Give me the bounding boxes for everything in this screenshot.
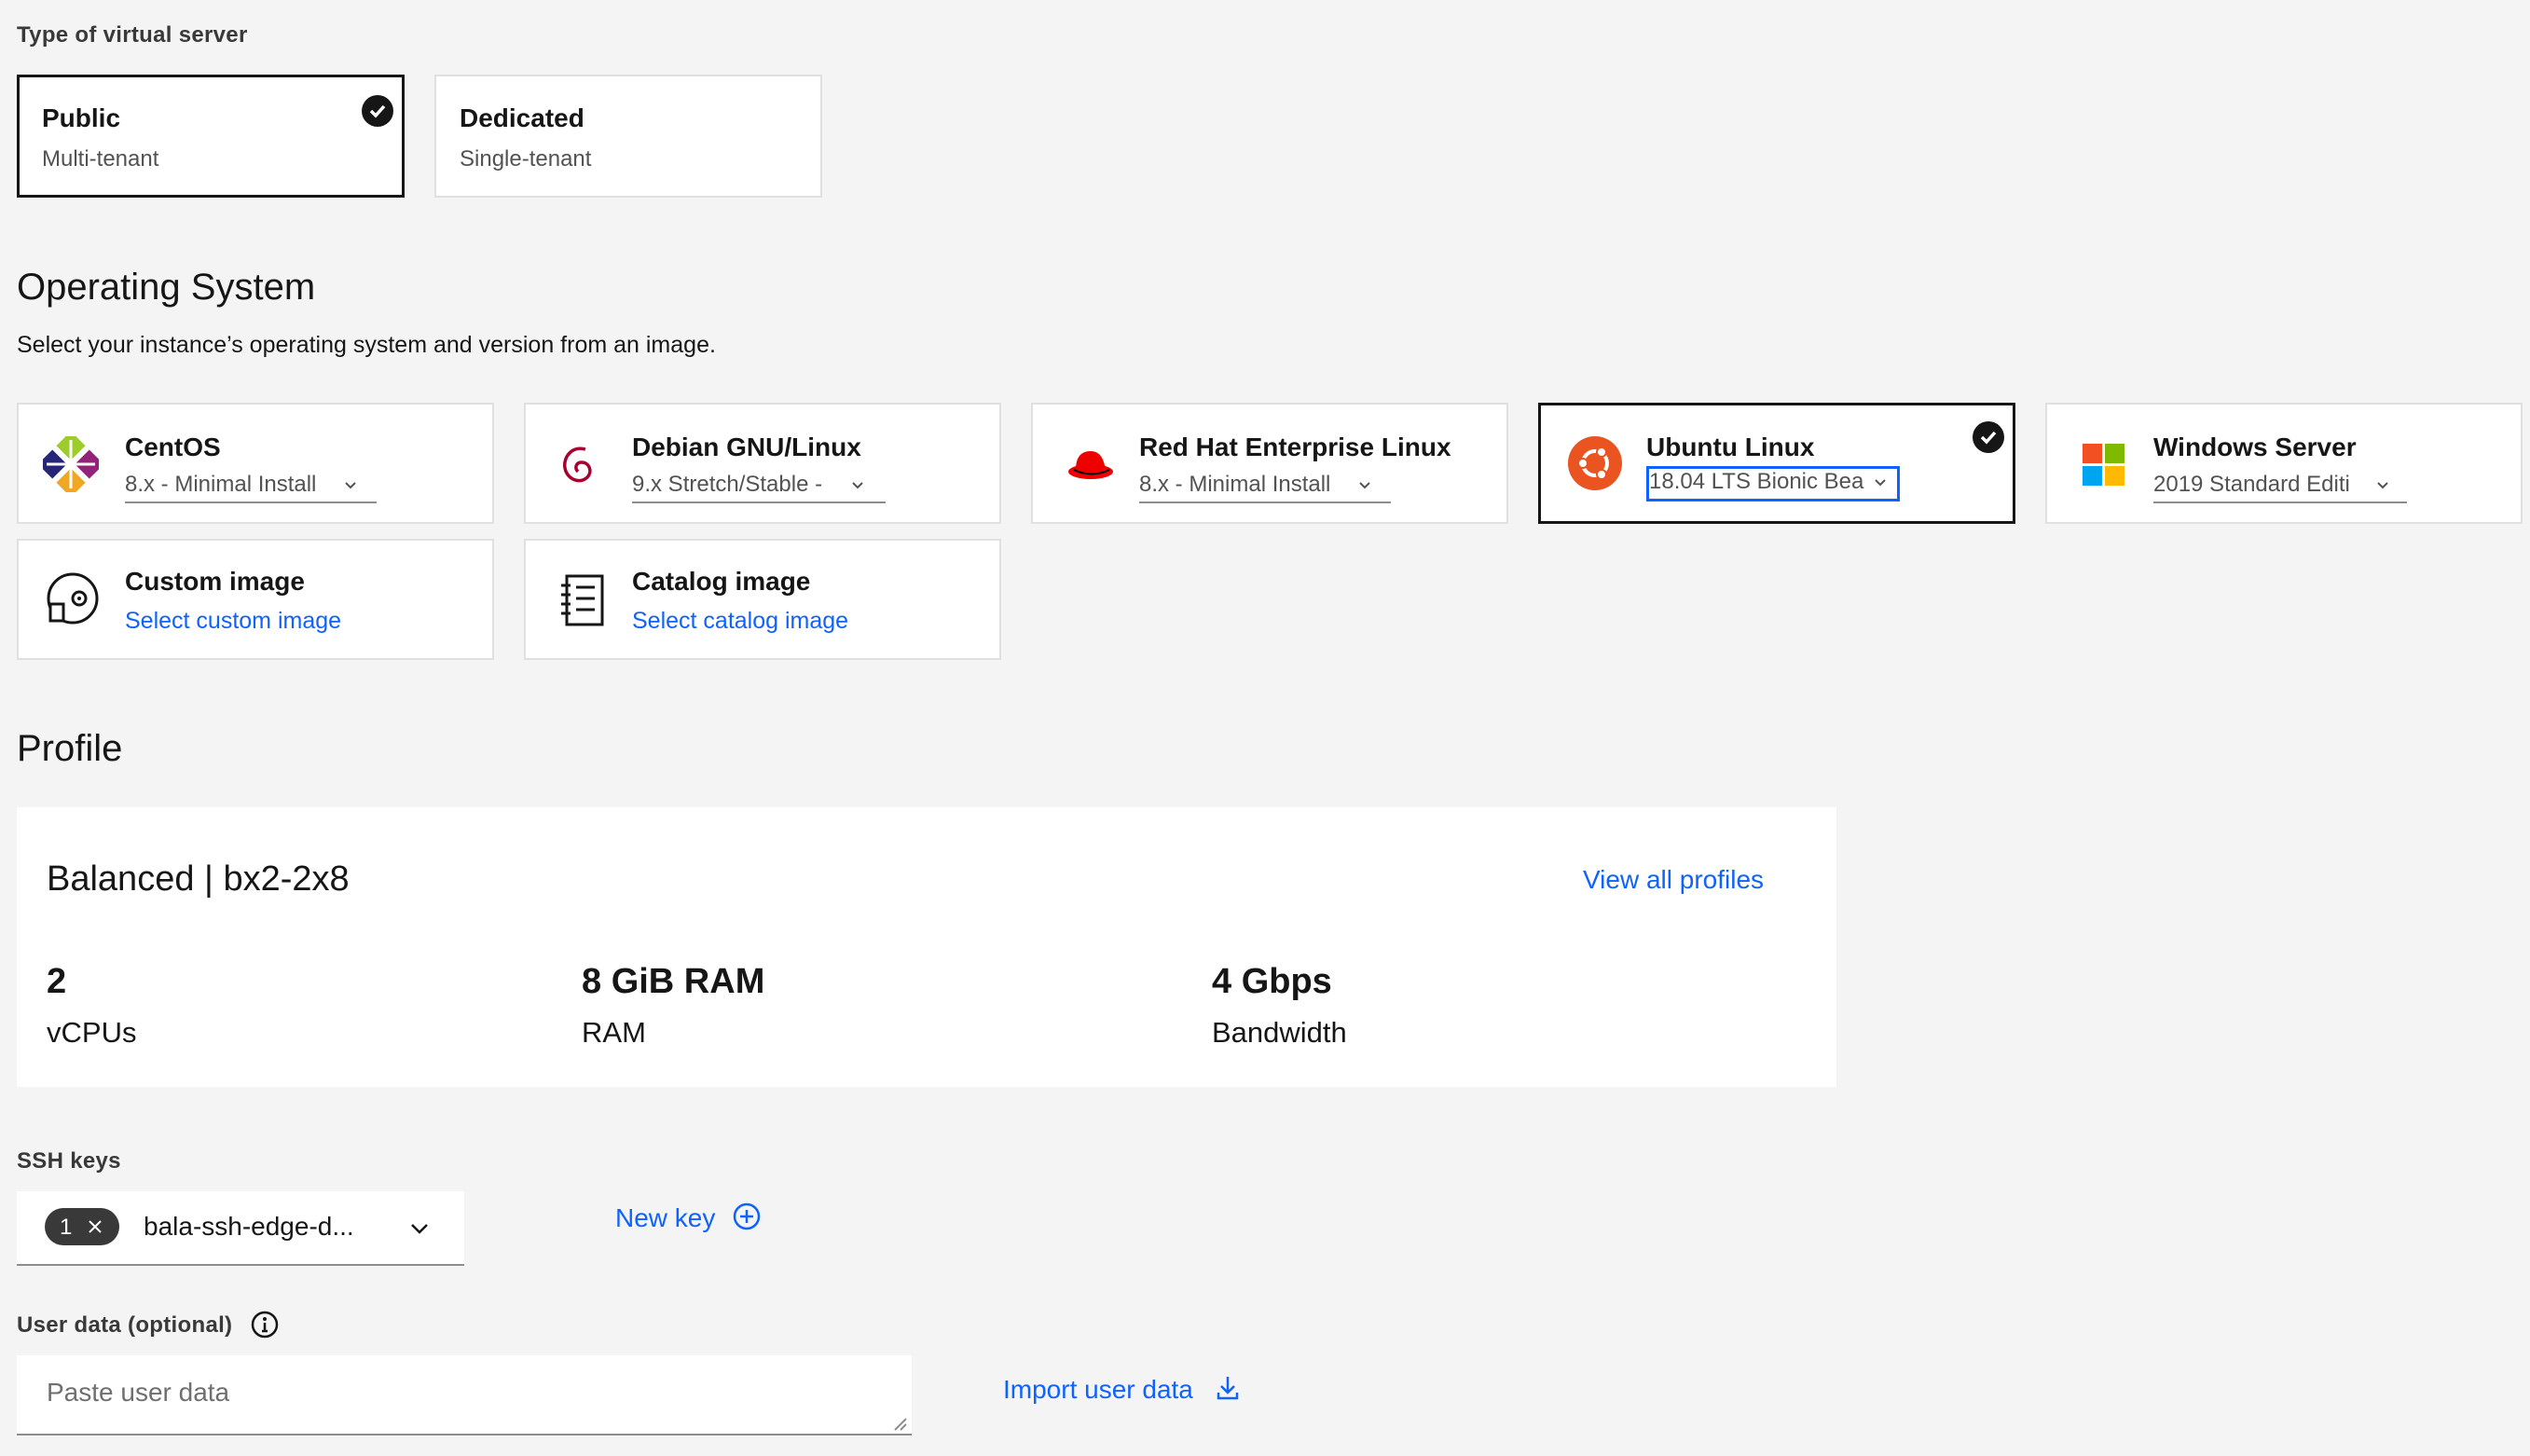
resize-handle-icon[interactable]	[891, 1415, 908, 1432]
disc-icon	[45, 570, 101, 626]
server-type-dedicated-tile[interactable]: Dedicated Single-tenant	[434, 75, 822, 198]
profile-ram-label: RAM	[582, 1016, 646, 1049]
chevron-down-icon	[345, 482, 356, 489]
os-tile-ubuntu[interactable]: Ubuntu Linux 18.04 LTS Bionic Bea	[1538, 403, 2015, 524]
profile-bandwidth-label: Bandwidth	[1212, 1016, 1347, 1049]
os-version-select[interactable]: 9.x Stretch/Stable -	[632, 472, 886, 503]
custom-image-tile[interactable]: Custom image Select custom image	[17, 539, 494, 660]
selected-count-tag[interactable]: 1	[45, 1208, 119, 1245]
os-helper-text: Select your instance’s operating system …	[17, 332, 716, 358]
ssh-keys-label: SSH keys	[17, 1148, 121, 1174]
os-tile-windows[interactable]: Windows Server 2019 Standard Editi	[2045, 403, 2523, 524]
os-version-value: 18.04 LTS Bionic Bea	[1649, 469, 1864, 494]
catalog-icon	[556, 572, 612, 628]
catalog-image-tile[interactable]: Catalog image Select catalog image	[524, 539, 1001, 660]
profile-ram-value: 8 GiB RAM	[582, 962, 765, 1001]
download-icon	[1217, 1377, 1239, 1400]
os-title: Windows Server	[2153, 433, 2357, 461]
catalog-image-title: Catalog image	[632, 567, 811, 596]
os-version-value: 2019 Standard Editi	[2153, 472, 2350, 497]
tile-subtitle: Multi-tenant	[42, 146, 159, 172]
ssh-key-value: bala-ssh-edge-d...	[144, 1212, 354, 1241]
ubuntu-logo-icon	[1567, 435, 1623, 491]
select-catalog-image-link[interactable]: Select catalog image	[632, 608, 848, 635]
os-title: Red Hat Enterprise Linux	[1139, 433, 1451, 461]
checkmark-icon	[1973, 421, 2004, 453]
tile-title: Public	[42, 103, 121, 132]
os-tile-centos[interactable]: CentOS 8.x - Minimal Install	[17, 403, 494, 524]
os-tile-debian[interactable]: Debian GNU/Linux 9.x Stretch/Stable -	[524, 403, 1001, 524]
profile-card: Balanced | bx2-2x8 View all profiles 2 v…	[17, 807, 1836, 1087]
redhat-logo-icon	[1063, 436, 1119, 492]
view-all-profiles-link[interactable]: View all profiles	[1583, 865, 1764, 895]
windows-logo-icon	[2083, 444, 2125, 487]
os-title: CentOS	[125, 433, 221, 461]
os-version-select[interactable]: 2019 Standard Editi	[2153, 472, 2407, 503]
chevron-down-icon	[411, 1224, 428, 1234]
os-title: Ubuntu Linux	[1646, 433, 1815, 461]
os-version-select[interactable]: 8.x - Minimal Install	[125, 472, 377, 503]
user-data-label: User data (optional)	[17, 1312, 233, 1338]
os-heading: Operating System	[17, 267, 316, 308]
chevron-down-icon	[1875, 479, 1886, 487]
debian-logo-icon	[552, 436, 608, 492]
chevron-down-icon	[2377, 482, 2388, 489]
information-icon[interactable]	[250, 1310, 280, 1339]
tile-subtitle: Single-tenant	[460, 146, 592, 172]
new-key-link[interactable]: New key	[615, 1202, 761, 1233]
custom-image-title: Custom image	[125, 567, 305, 596]
os-tile-redhat[interactable]: Red Hat Enterprise Linux 8.x - Minimal I…	[1031, 403, 1508, 524]
os-version-value: 9.x Stretch/Stable -	[632, 472, 823, 497]
selected-count: 1	[60, 1215, 73, 1240]
os-version-select[interactable]: 8.x - Minimal Install	[1139, 472, 1391, 503]
close-icon[interactable]	[88, 1219, 103, 1234]
new-key-label: New key	[615, 1203, 716, 1232]
add-circle-icon	[733, 1202, 761, 1230]
tile-title: Dedicated	[460, 103, 584, 132]
chevron-down-icon	[1359, 482, 1370, 489]
select-custom-image-link[interactable]: Select custom image	[125, 608, 341, 635]
profile-name: Balanced | bx2-2x8	[47, 859, 350, 899]
os-version-select[interactable]: 18.04 LTS Bionic Bea	[1646, 466, 1900, 501]
import-user-data-label: Import user data	[1003, 1375, 1193, 1404]
user-data-placeholder: Paste user data	[47, 1378, 230, 1407]
server-type-public-tile[interactable]: Public Multi-tenant	[17, 75, 405, 198]
profile-heading: Profile	[17, 728, 123, 769]
profile-vcpu-value: 2	[47, 962, 67, 1001]
profile-bandwidth-value: 4 Gbps	[1212, 962, 1332, 1001]
os-title: Debian GNU/Linux	[632, 433, 861, 461]
server-type-label: Type of virtual server	[17, 22, 248, 48]
os-version-value: 8.x - Minimal Install	[125, 472, 317, 497]
user-data-textarea[interactable]: Paste user data	[17, 1355, 912, 1435]
import-user-data-link[interactable]: Import user data	[1003, 1374, 1242, 1405]
ssh-key-multiselect[interactable]: 1 bala-ssh-edge-d...	[17, 1191, 464, 1266]
centos-logo-icon	[37, 431, 104, 498]
chevron-down-icon	[852, 482, 863, 489]
os-version-value: 8.x - Minimal Install	[1139, 472, 1331, 497]
profile-vcpu-label: vCPUs	[47, 1016, 137, 1049]
checkmark-icon	[362, 95, 393, 127]
